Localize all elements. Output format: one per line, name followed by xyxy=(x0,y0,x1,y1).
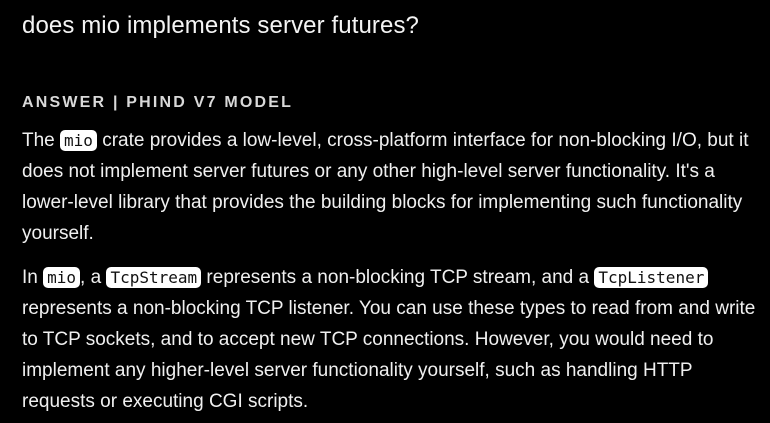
answer-paragraph-1: The mio crate provides a low-level, cros… xyxy=(22,125,757,249)
inline-code-tcplistener: TcpListener xyxy=(594,267,709,288)
paragraph-text: In xyxy=(22,267,44,288)
answer-paragraph-2: In mio, a TcpStream represents a non-blo… xyxy=(22,262,757,417)
inline-code-tcpstream: TcpStream xyxy=(106,267,202,288)
inline-code-mio: mio xyxy=(60,130,97,151)
paragraph-text: crate provides a low-level, cross-platfo… xyxy=(22,130,749,244)
paragraph-text: , a xyxy=(80,267,107,288)
inline-code-mio: mio xyxy=(43,267,81,288)
paragraph-text: represents a non-blocking TCP listener. … xyxy=(22,298,756,412)
paragraph-text: The xyxy=(22,130,61,151)
chat-page: does mio implements server futures? ANSW… xyxy=(0,0,770,423)
paragraph-text: represents a non-blocking TCP stream, an… xyxy=(201,267,595,288)
answer-body: The mio crate provides a low-level, cros… xyxy=(22,125,757,423)
question-title: does mio implements server futures? xyxy=(22,12,419,39)
answer-header: ANSWER | PHIND V7 MODEL xyxy=(22,94,294,111)
